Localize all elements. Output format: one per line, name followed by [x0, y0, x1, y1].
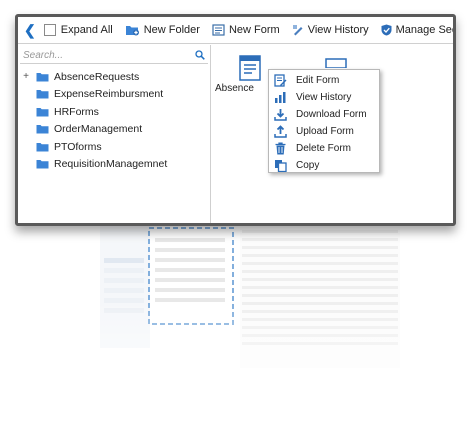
- folder-icon: [36, 160, 49, 169]
- tree-item-label: ExpenseReimbursment: [54, 88, 164, 101]
- tree-item-label: OrderManagement: [54, 123, 143, 136]
- search-icon[interactable]: [195, 50, 205, 60]
- folder-icon: [36, 72, 49, 82]
- background-screenshot: [100, 208, 405, 418]
- history-icon: [292, 25, 303, 36]
- history-icon: [275, 92, 286, 103]
- new-folder-button[interactable]: New Folder: [125, 24, 200, 36]
- menu-item-edit-form[interactable]: Edit Form: [269, 72, 379, 89]
- new-form-icon: [212, 24, 225, 36]
- new-folder-icon: [125, 26, 139, 36]
- tree-item-label: HRForms: [54, 105, 99, 118]
- folder-icon: [36, 90, 49, 99]
- back-chevron-icon[interactable]: ❮: [24, 22, 36, 39]
- tree-item-label: PTOforms: [54, 140, 102, 153]
- tree-item-label: AbsenceRequests: [54, 70, 140, 83]
- manage-security-button[interactable]: Manage Security: [381, 24, 453, 36]
- context-menu: Edit Form View History Download Form Upl…: [268, 69, 380, 173]
- tree-item[interactable]: + AbsenceRequests: [18, 68, 210, 86]
- expand-toggle-icon[interactable]: +: [21, 71, 31, 82]
- tree-item-label: RequisitionManagemnet: [54, 158, 168, 171]
- search-input[interactable]: Search...: [20, 47, 208, 64]
- download-icon: [274, 109, 287, 121]
- menu-item-view-history[interactable]: View History: [269, 89, 379, 106]
- stage: ❮ Expand All New Folder New Form View Hi…: [0, 0, 474, 428]
- folder-tree: Search... + AbsenceRequests ExpenseReimb…: [18, 45, 211, 223]
- folder-icon: [36, 142, 49, 152]
- tree-item[interactable]: OrderManagement: [18, 121, 210, 139]
- form-tile-label: Absence: [215, 83, 254, 94]
- menu-item-label: Upload Form: [296, 126, 354, 137]
- view-history-label: View History: [307, 24, 369, 36]
- expand-all-checkbox[interactable]: Expand All: [43, 24, 113, 36]
- trash-icon: [275, 142, 286, 155]
- new-folder-label: New Folder: [143, 24, 200, 36]
- copy-icon: [275, 160, 287, 172]
- new-form-button[interactable]: New Form: [212, 24, 280, 36]
- menu-item-label: Edit Form: [296, 75, 340, 86]
- manage-security-label: Manage Security: [395, 24, 453, 36]
- form-icon: [239, 55, 261, 81]
- menu-item-label: View History: [296, 92, 352, 103]
- shield-icon: [381, 24, 392, 36]
- search-placeholder: Search...: [23, 49, 64, 61]
- menu-item-upload-form[interactable]: Upload Form: [269, 123, 379, 140]
- menu-item-copy[interactable]: Copy: [269, 157, 379, 174]
- form-tile[interactable]: [239, 55, 261, 86]
- edit-form-icon: [274, 74, 287, 87]
- menu-item-download-form[interactable]: Download Form: [269, 106, 379, 123]
- toolbar: ❮ Expand All New Folder New Form View Hi…: [18, 17, 453, 44]
- tree-item[interactable]: HRForms: [18, 103, 210, 121]
- menu-item-label: Download Form: [296, 109, 367, 120]
- new-form-label: New Form: [228, 24, 280, 36]
- folder-icon: [36, 125, 49, 134]
- view-history-button[interactable]: View History: [292, 24, 369, 36]
- tree-item[interactable]: PTOforms: [18, 138, 210, 156]
- main-body: Search... + AbsenceRequests ExpenseReimb…: [18, 45, 453, 223]
- form-icon: [325, 58, 347, 69]
- folder-icon: [36, 107, 49, 117]
- menu-item-delete-form[interactable]: Delete Form: [269, 140, 379, 157]
- upload-icon: [274, 125, 287, 138]
- expand-all-label: Expand All: [60, 24, 113, 36]
- tree-item[interactable]: RequisitionManagemnet: [18, 156, 210, 174]
- menu-item-label: Copy: [296, 160, 320, 171]
- menu-item-label: Delete Form: [296, 143, 352, 154]
- forms-manager-window: ❮ Expand All New Folder New Form View Hi…: [15, 14, 456, 226]
- checkbox-icon[interactable]: [43, 24, 56, 36]
- tree-item[interactable]: ExpenseReimbursment: [18, 86, 210, 104]
